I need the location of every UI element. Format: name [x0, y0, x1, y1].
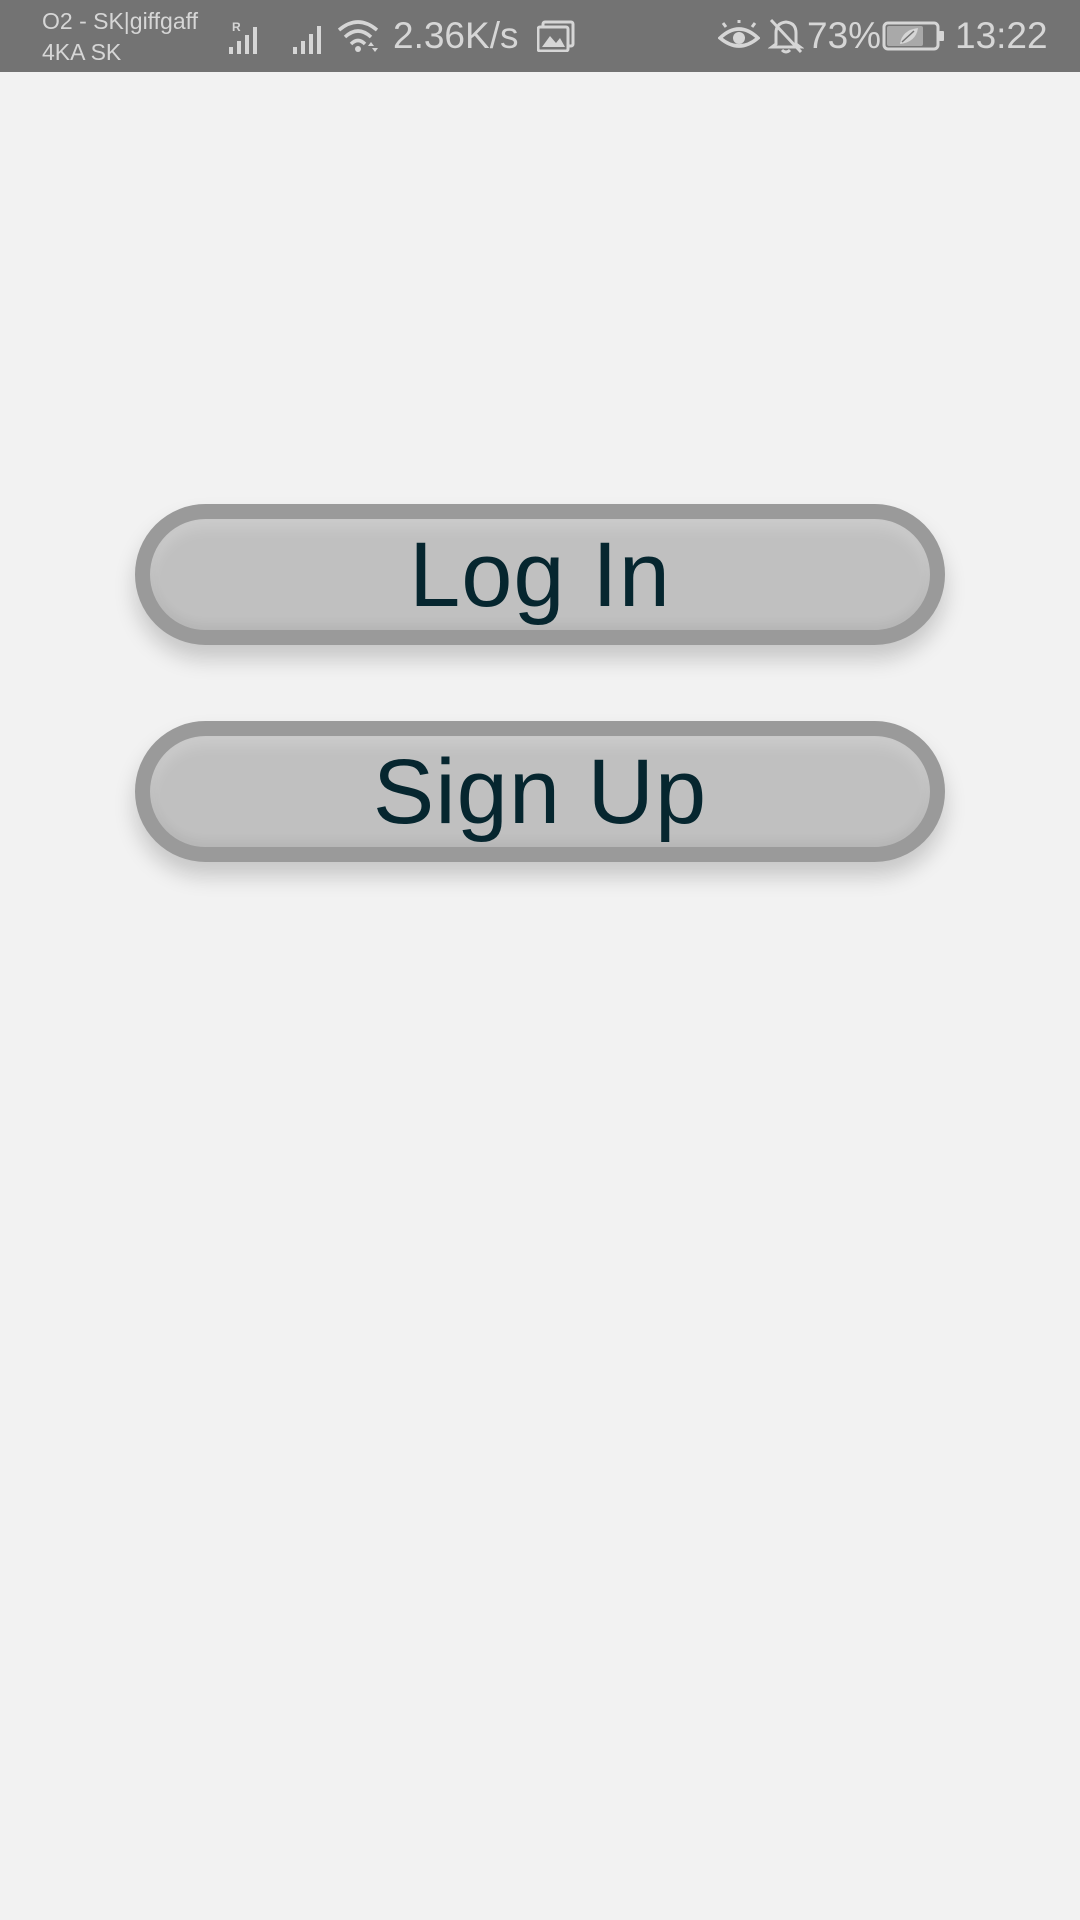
wifi-icon: [337, 20, 379, 52]
network-speed: 2.36K/s: [393, 15, 519, 56]
carrier-secondary: 4KA SK: [42, 39, 122, 65]
roaming-signal-icon: R: [229, 20, 257, 54]
signup-button-label: Sign Up: [372, 740, 708, 843]
status-bar: O2 - SK|giffgaff 4KA SK R 2.36K/s 73% 13…: [0, 0, 1080, 72]
carrier-info: O2 - SK|giffgaff 4KA SK: [42, 6, 198, 68]
login-button-label: Log In: [409, 523, 671, 626]
eye-comfort-icon: [718, 20, 760, 48]
signal-icon: [293, 26, 321, 54]
bell-off-icon: [768, 18, 804, 54]
app-screen: Log In Sign Up: [0, 72, 1080, 1920]
carrier-name: O2 - SK|giffgaff: [42, 8, 198, 34]
login-button[interactable]: Log In: [135, 504, 945, 645]
gallery-notification-icon: [537, 20, 575, 52]
clock: 13:22: [955, 15, 1048, 56]
svg-text:R: R: [232, 20, 241, 34]
signup-button[interactable]: Sign Up: [135, 721, 945, 862]
battery-icon: [882, 21, 944, 51]
battery-percent: 73%: [807, 15, 882, 56]
